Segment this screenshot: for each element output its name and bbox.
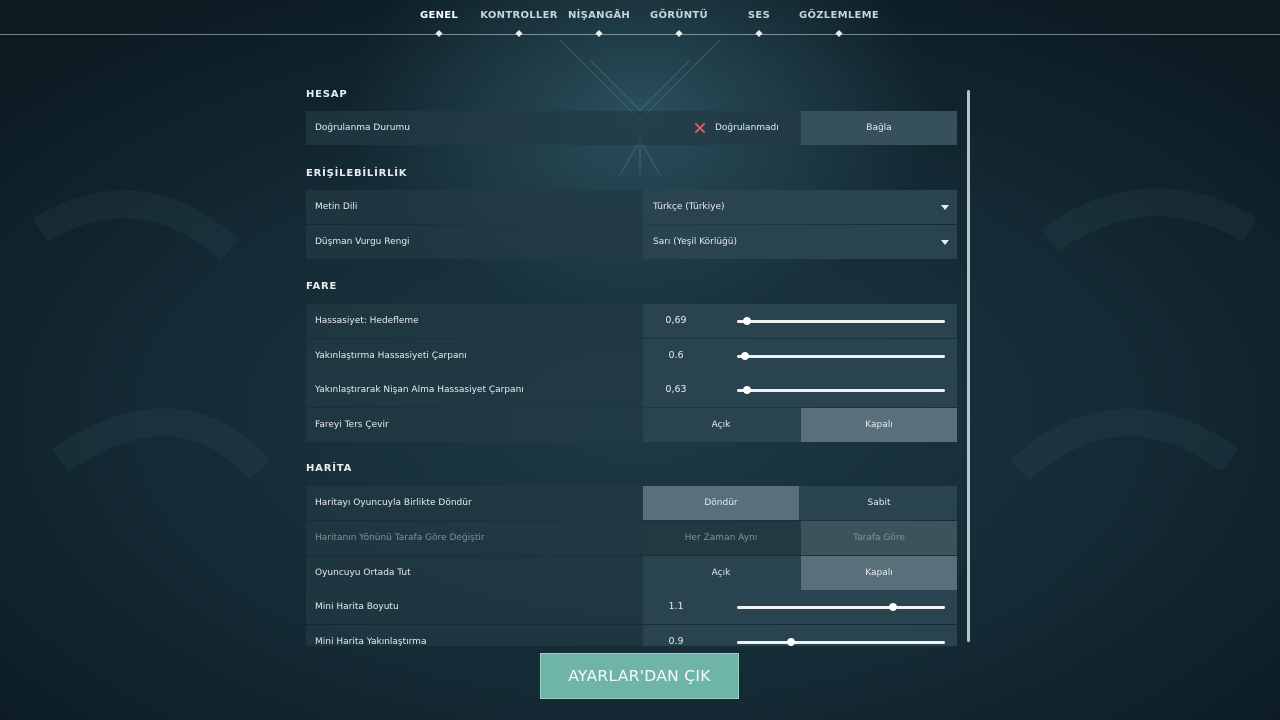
settings-scrollbar[interactable] (967, 90, 970, 642)
tab-observing[interactable]: GÖZLEMLEME (799, 10, 879, 21)
slider-track[interactable] (737, 352, 945, 360)
tab-crosshair[interactable]: NİŞANGÂH (568, 10, 630, 21)
setting-row-invert-mouse: Fareyi Ters Çevir Açık Kapalı (306, 408, 957, 442)
nav-divider (0, 34, 1280, 35)
text-language-dropdown[interactable]: Türkçe (Türkiye) (643, 190, 957, 224)
minimap-zoom-slider: 0.9 (643, 625, 957, 646)
setting-row-minimap-size: Mini Harita Boyutu 1.1 (306, 590, 957, 624)
tab-indicator-dot (755, 29, 763, 38)
slider-value[interactable]: 0,69 (643, 304, 709, 338)
slider-thumb[interactable] (743, 317, 752, 325)
slider-thumb[interactable] (743, 386, 752, 394)
slider-value[interactable]: 0.9 (643, 625, 709, 646)
setting-label: Fareyi Ters Çevir (315, 420, 389, 430)
verification-status: Doğrulanmadı (715, 123, 779, 133)
option-fixed-button[interactable]: Sabit (801, 486, 957, 520)
section-title-account: HESAP (306, 89, 348, 100)
setting-row-minimap-zoom: Mini Harita Yakınlaştırma 0.9 (306, 625, 957, 646)
tab-indicator-dot (675, 29, 683, 38)
invert-mouse-toggle: Açık Kapalı (643, 408, 957, 442)
slider-track[interactable] (737, 638, 945, 646)
setting-row-keep-centered: Oyuncuyu Ortada Tut Açık Kapalı (306, 556, 957, 590)
slider-value[interactable]: 1.1 (643, 590, 709, 624)
option-by-side-button: Tarafa Göre (801, 521, 957, 555)
tab-indicator-dot (515, 29, 523, 38)
dropdown-value: Sarı (Yeşil Körlüğü) (653, 237, 737, 247)
slider-track[interactable] (737, 386, 945, 394)
map-orientation-toggle: Her Zaman Aynı Tarafa Göre (643, 521, 957, 555)
setting-row-rotate-map: Haritayı Oyuncuyla Birlikte Döndür Döndü… (306, 486, 957, 520)
setting-label: Mini Harita Yakınlaştırma (315, 637, 427, 646)
connect-button[interactable]: Bağla (801, 111, 957, 145)
tab-indicator-dot (435, 29, 443, 38)
setting-row-sensitivity: Hassasiyet: Hedefleme 0,69 (306, 304, 957, 338)
option-off-button[interactable]: Kapalı (801, 556, 957, 590)
setting-label: Oyuncuyu Ortada Tut (315, 568, 411, 578)
setting-row-text-language: Metin Dili Türkçe (Türkiye) (306, 190, 957, 224)
exit-settings-button[interactable]: AYARLAR'DAN ÇIK (540, 653, 739, 699)
slider-track[interactable] (737, 317, 945, 325)
x-icon (695, 123, 705, 133)
verification-control: Doğrulanmadı Bağla (643, 111, 957, 145)
zoom-multiplier-slider: 0.6 (643, 339, 957, 373)
setting-row-map-orientation: Haritanın Yönünü Tarafa Göre Değiştir He… (306, 521, 957, 555)
slider-thumb[interactable] (741, 352, 750, 360)
option-on-button[interactable]: Açık (643, 556, 799, 590)
setting-row-ads-multiplier: Yakınlaştırarak Nişan Alma Hassasiyet Ça… (306, 373, 957, 407)
setting-label: Metin Dili (315, 202, 358, 212)
sensitivity-slider: 0,69 (643, 304, 957, 338)
section-title-mouse: FARE (306, 281, 338, 292)
setting-label: Doğrulanma Durumu (315, 123, 410, 133)
setting-label: Mini Harita Boyutu (315, 602, 399, 612)
setting-label: Haritayı Oyuncuyla Birlikte Döndür (315, 498, 472, 508)
top-navigation: GENEL KONTROLLER NİŞANGÂH GÖRÜNTÜ SES GÖ… (0, 0, 1280, 38)
tab-audio[interactable]: SES (748, 10, 770, 21)
option-off-button[interactable]: Kapalı (801, 408, 957, 442)
setting-label: Haritanın Yönünü Tarafa Göre Değiştir (315, 533, 485, 543)
setting-row-zoom-multiplier: Yakınlaştırma Hassasiyeti Çarpanı 0.6 (306, 339, 957, 373)
setting-row-verification: Doğrulanma Durumu Doğrulanmadı Bağla (306, 111, 957, 145)
setting-label: Düşman Vurgu Rengi (315, 237, 410, 247)
option-always-same-button: Her Zaman Aynı (684, 533, 758, 543)
tab-controls[interactable]: KONTROLLER (480, 10, 557, 21)
setting-row-enemy-highlight: Düşman Vurgu Rengi Sarı (Yeşil Körlüğü) (306, 225, 957, 259)
enemy-highlight-dropdown[interactable]: Sarı (Yeşil Körlüğü) (643, 225, 957, 259)
chevron-down-icon (941, 205, 949, 210)
settings-panel: HESAP Doğrulanma Durumu Doğrulanmadı Bağ… (306, 80, 957, 646)
setting-label: Yakınlaştırarak Nişan Alma Hassasiyet Ça… (315, 385, 524, 395)
tab-indicator-dot (595, 29, 603, 38)
option-rotate-button[interactable]: Döndür (643, 486, 799, 520)
dropdown-value: Türkçe (Türkiye) (653, 202, 725, 212)
rotate-map-toggle: Döndür Sabit (643, 486, 957, 520)
section-title-accessibility: ERİŞİLEBİLİRLİK (306, 168, 408, 179)
minimap-size-slider: 1.1 (643, 590, 957, 624)
option-on-button[interactable]: Açık (643, 408, 799, 442)
ads-multiplier-slider: 0,63 (643, 373, 957, 407)
setting-label: Hassasiyet: Hedefleme (315, 316, 419, 326)
slider-value[interactable]: 0,63 (643, 373, 709, 407)
tab-indicator-dot (835, 29, 843, 38)
setting-label: Yakınlaştırma Hassasiyeti Çarpanı (315, 351, 467, 361)
slider-value[interactable]: 0.6 (643, 339, 709, 373)
keep-centered-toggle: Açık Kapalı (643, 556, 957, 590)
tab-general[interactable]: GENEL (420, 10, 458, 21)
slider-track[interactable] (737, 603, 945, 611)
tab-video[interactable]: GÖRÜNTÜ (650, 10, 708, 21)
section-title-map: HARİTA (306, 463, 353, 474)
chevron-down-icon (941, 240, 949, 245)
slider-thumb[interactable] (787, 638, 796, 646)
slider-thumb[interactable] (889, 603, 897, 611)
